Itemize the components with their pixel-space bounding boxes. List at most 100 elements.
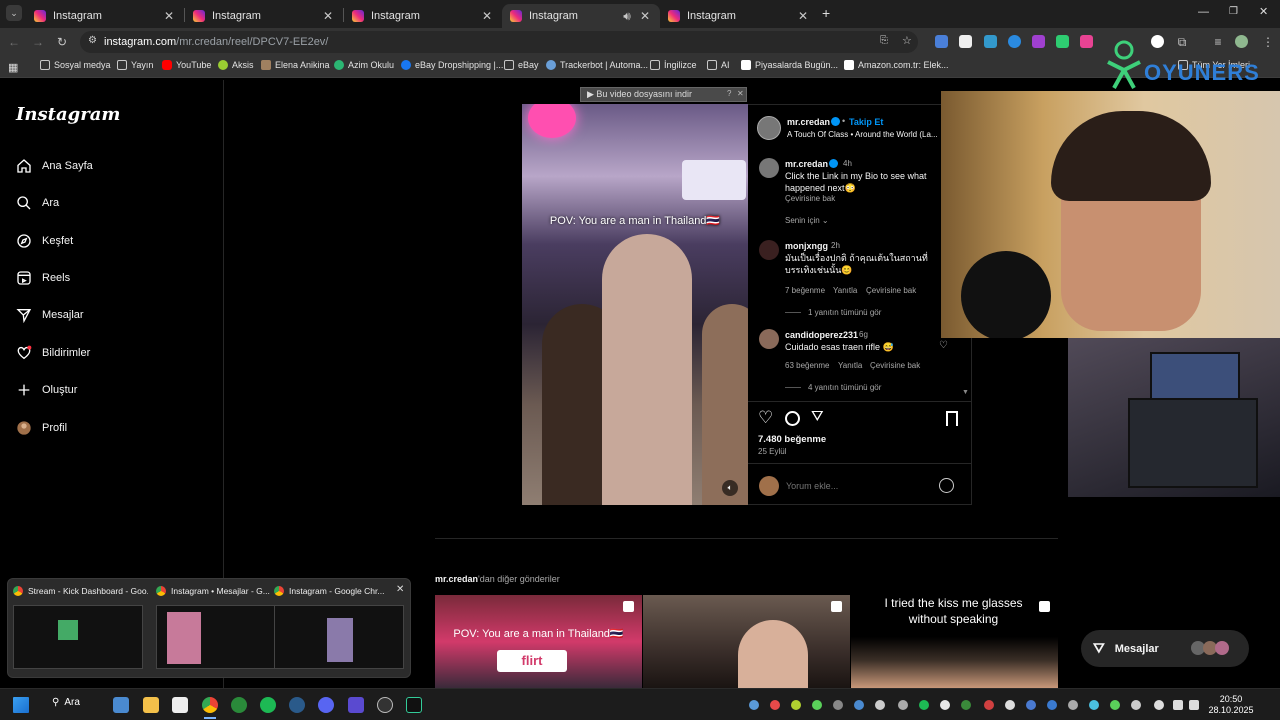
video-download-bar[interactable]: ▶ Bu video dosyasını indir ? ✕ bbox=[580, 87, 747, 102]
window-preview[interactable]: Stream - Kick Dashboard - Goo... bbox=[13, 585, 148, 669]
bookmark-youtube[interactable]: YouTube bbox=[162, 60, 211, 70]
steam-icon[interactable] bbox=[289, 697, 305, 713]
instagram-logo[interactable]: Instagram bbox=[16, 104, 120, 125]
reply-link[interactable]: Yanıtla bbox=[838, 361, 862, 370]
translate-link[interactable]: Çevirisine bak bbox=[866, 286, 916, 295]
tray-icon[interactable] bbox=[875, 700, 885, 710]
window-preview[interactable]: Instagram • Mesajlar - G... bbox=[156, 585, 291, 669]
tray-icon[interactable] bbox=[1110, 700, 1120, 710]
likes-count[interactable]: 7.480 beğenme bbox=[758, 434, 826, 445]
bookmark-piyasalarda[interactable]: Piyasalarda Bugün... bbox=[741, 60, 838, 70]
emoji-icon[interactable] bbox=[939, 478, 954, 493]
more-posts-user[interactable]: mr.credan bbox=[435, 574, 478, 584]
bookmark-ebay-dropshipping[interactable]: eBay Dropshipping |... bbox=[401, 60, 503, 70]
tray-icon[interactable] bbox=[1068, 700, 1078, 710]
windows-start-icon[interactable] bbox=[13, 697, 29, 713]
forward-icon[interactable]: → bbox=[30, 34, 46, 50]
comments-scrollbar[interactable]: ▼ bbox=[962, 389, 969, 399]
volume-icon[interactable] bbox=[1189, 700, 1199, 710]
avatar[interactable] bbox=[759, 158, 779, 178]
tray-icon[interactable] bbox=[854, 700, 864, 710]
install-icon[interactable]: ⎘ bbox=[880, 35, 888, 46]
site-info-icon[interactable]: ⚙ bbox=[88, 35, 97, 46]
bookmark-elena-anikina[interactable]: Elena Anikina bbox=[261, 60, 330, 70]
messages-button[interactable]: ⛛ Mesajlar bbox=[1081, 630, 1249, 667]
network-icon[interactable] bbox=[1173, 700, 1183, 710]
comment-input[interactable] bbox=[786, 476, 926, 496]
tab-instagram-3[interactable]: Instagram ✕ bbox=[344, 4, 502, 28]
address-bar[interactable]: ⚙ instagram.com/mr.credan/reel/DPCV7-EE2… bbox=[80, 31, 918, 53]
bookmark-trackerbot[interactable]: Trackerbot | Automa... bbox=[546, 60, 648, 70]
reply-link[interactable]: Yanıtla bbox=[833, 286, 857, 295]
bookmark-yayin[interactable]: Yayın bbox=[117, 60, 153, 70]
minimize-button[interactable]: — bbox=[1198, 6, 1209, 18]
spotify-icon[interactable] bbox=[260, 697, 276, 713]
extension-icon[interactable] bbox=[1080, 35, 1093, 48]
close-icon[interactable]: ✕ bbox=[396, 584, 404, 595]
tab-instagram-1[interactable]: Instagram ✕ bbox=[26, 4, 184, 28]
store-icon[interactable] bbox=[172, 697, 188, 713]
app-icon[interactable] bbox=[348, 697, 364, 713]
heart-icon[interactable]: ♡ bbox=[939, 340, 948, 351]
extension-icon[interactable] bbox=[1032, 35, 1045, 48]
comment-likes[interactable]: 7 beğenme bbox=[785, 286, 825, 295]
obs-icon[interactable] bbox=[377, 697, 393, 713]
tray-icon[interactable] bbox=[898, 700, 908, 710]
window-preview[interactable]: Instagram - Google Chr... bbox=[274, 585, 409, 669]
reel-thumbnail[interactable]: I tried the kiss me glasses without spea… bbox=[851, 595, 1058, 688]
caption-author[interactable]: mr.credan bbox=[785, 159, 828, 169]
chrome-icon[interactable] bbox=[202, 697, 218, 713]
nav-messages[interactable]: Mesajlar bbox=[16, 307, 84, 323]
nav-profile[interactable]: Profil bbox=[16, 420, 67, 436]
comment-author[interactable]: candidoperez231 bbox=[785, 330, 858, 340]
tray-icon[interactable] bbox=[919, 700, 929, 710]
apps-grid-icon[interactable]: ▦ bbox=[8, 61, 18, 74]
tray-icon[interactable] bbox=[1005, 700, 1015, 710]
new-tab-button[interactable]: + bbox=[822, 5, 830, 21]
comment-likes[interactable]: 63 beğenme bbox=[785, 361, 829, 370]
bookmark-ai[interactable]: AI bbox=[707, 60, 730, 70]
nav-explore[interactable]: Keşfet bbox=[16, 233, 73, 249]
view-replies-link[interactable]: 1 yanıtın tümünü gör bbox=[808, 308, 881, 317]
restore-button[interactable]: ❐ bbox=[1229, 6, 1238, 17]
terminal-icon[interactable] bbox=[406, 697, 422, 713]
nav-create[interactable]: Oluştur bbox=[16, 382, 77, 398]
bluetooth-icon[interactable] bbox=[1047, 700, 1057, 710]
extension-icon[interactable] bbox=[959, 35, 972, 48]
tab-instagram-4-active[interactable]: Instagram 🔊︎ ✕ bbox=[502, 4, 660, 28]
tray-icon[interactable] bbox=[812, 700, 822, 710]
nav-home[interactable]: Ana Sayfa bbox=[16, 158, 93, 174]
close-icon[interactable]: ✕ bbox=[796, 9, 810, 23]
close-icon[interactable]: ✕ bbox=[162, 9, 176, 23]
reload-icon[interactable]: ↻ bbox=[54, 34, 70, 50]
nav-search[interactable]: Ara bbox=[16, 195, 59, 211]
close-icon[interactable]: ✕ bbox=[321, 9, 335, 23]
tray-icon[interactable] bbox=[940, 700, 950, 710]
reel-thumbnail[interactable] bbox=[643, 595, 850, 688]
tray-icon[interactable] bbox=[770, 700, 780, 710]
task-view-icon[interactable] bbox=[113, 697, 129, 713]
file-explorer-icon[interactable] bbox=[143, 697, 159, 713]
tray-icon[interactable] bbox=[833, 700, 843, 710]
xbox-icon[interactable] bbox=[231, 697, 247, 713]
translate-link[interactable]: Çevirisine bak bbox=[870, 361, 920, 370]
taskbar-search[interactable]: ⚲ Ara bbox=[52, 697, 80, 708]
microphone-icon[interactable] bbox=[1154, 700, 1164, 710]
extension-icon[interactable] bbox=[1056, 35, 1069, 48]
back-icon[interactable]: ← bbox=[6, 34, 22, 50]
reel-video[interactable]: POV: You are a man in Thailand🇹🇭 🔈︎ bbox=[522, 104, 748, 505]
nav-reels[interactable]: Reels bbox=[16, 270, 70, 286]
system-clock[interactable]: 20:50 28.10.2025 bbox=[1203, 694, 1259, 716]
comment-sort[interactable]: Senin için ⌄ bbox=[785, 216, 829, 225]
avatar[interactable] bbox=[759, 329, 779, 349]
close-window-button[interactable]: ✕ bbox=[1259, 5, 1268, 18]
bookmark-ebay[interactable]: eBay bbox=[504, 60, 539, 70]
tray-icon[interactable] bbox=[791, 700, 801, 710]
extension-icon[interactable] bbox=[1008, 35, 1021, 48]
tray-icon[interactable] bbox=[984, 700, 994, 710]
nav-notifications[interactable]: Bildirimler bbox=[16, 345, 90, 361]
bookmark-amazon[interactable]: Amazon.com.tr: Elek... bbox=[844, 60, 949, 70]
extension-icon[interactable] bbox=[984, 35, 997, 48]
translate-link[interactable]: Çevirisine bak bbox=[785, 194, 835, 203]
tray-icon[interactable] bbox=[1131, 700, 1141, 710]
